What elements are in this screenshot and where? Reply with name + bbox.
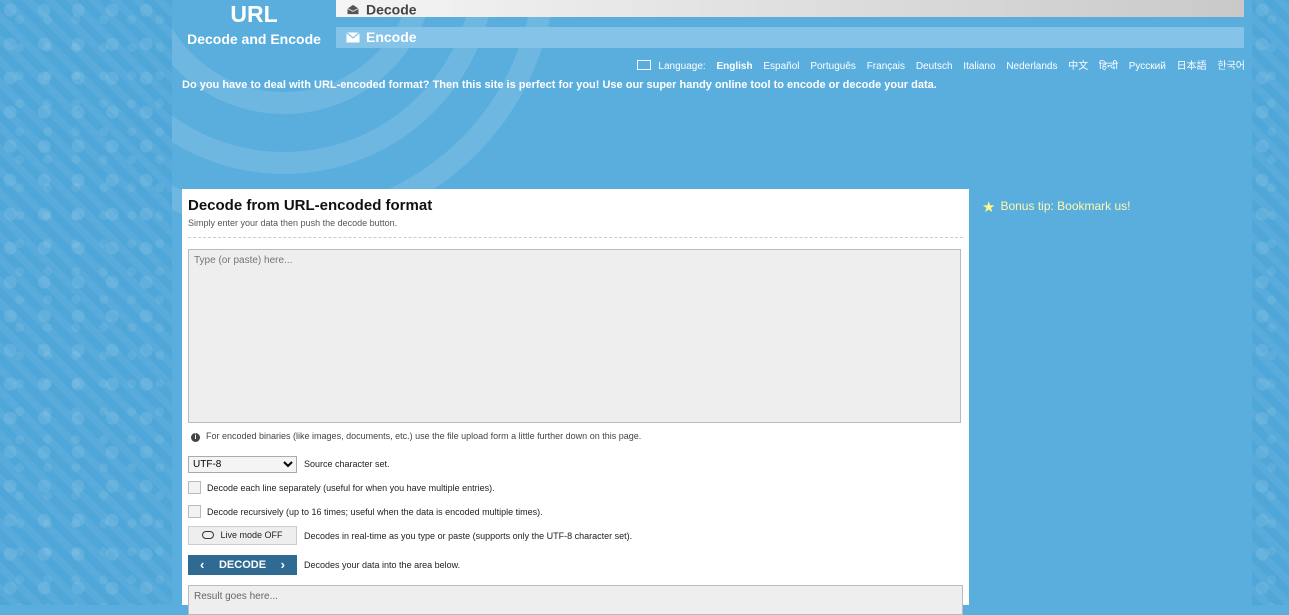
chevron-right-icon: › [280,557,285,572]
toggle-icon [202,530,215,539]
language-nederlands[interactable]: Nederlands [1006,61,1057,72]
site-logo[interactable]: URL Decode and Encode [172,0,336,49]
tab-decode[interactable]: Decode [336,0,1244,17]
panel-title: Decode from URL-encoded format [188,197,433,214]
decode-button-label: DECODE [218,559,267,571]
bonus-tip[interactable]: ★ Bonus tip: Bookmark us! [982,198,1131,216]
info-text: For encoded binaries (like images, docum… [206,431,642,441]
info-icon: i [191,433,200,442]
divider [188,237,963,238]
panel-hint: Simply enter your data then push the dec… [188,218,398,228]
language-icon [636,60,651,71]
charset-label: Source character set. [304,459,390,469]
decode-lines-checkbox[interactable] [188,481,201,494]
tab-decode-label: Decode [366,1,417,18]
chevron-left-icon: ‹ [200,557,205,572]
language-japanese[interactable]: 日本語 [1177,61,1207,72]
star-icon: ★ [982,199,996,216]
tab-encode[interactable]: Encode [336,27,1244,48]
language-korean[interactable]: 한국어 [1217,61,1245,72]
left-background-pattern [0,0,172,605]
decode-lines-label[interactable]: Decode each line separately (useful for … [207,483,495,493]
language-bar: Language: English Español Português Fran… [629,57,1245,72]
result-textarea[interactable]: Result goes here... [188,585,963,615]
decode-button[interactable]: ‹ DECODE › [188,555,297,575]
language-espanol[interactable]: Español [763,61,799,72]
tab-encode-label: Encode [366,28,417,45]
intro-text: Do you have to deal with URL-encoded for… [182,79,937,91]
live-mode-button[interactable]: Live mode OFF [188,526,297,545]
language-russian[interactable]: Русский [1129,61,1166,72]
envelope-icon [346,31,360,43]
language-hindi[interactable]: हिन्दी [1099,61,1118,72]
decode-panel: Decode from URL-encoded format Simply en… [182,189,969,615]
charset-select[interactable]: UTF-8 [188,456,297,473]
info-row: i For encoded binaries (like images, docu… [191,431,641,442]
input-textarea[interactable] [188,249,961,423]
decode-recursive-checkbox[interactable] [188,505,201,518]
language-deutsch[interactable]: Deutsch [916,61,953,72]
bonus-tip-text: Bonus tip: Bookmark us! [1000,199,1131,214]
language-chinese[interactable]: 中文 [1068,61,1088,72]
live-mode-desc: Decodes in real-time as you type or past… [304,531,633,541]
language-english[interactable]: English [716,61,752,72]
decode-desc: Decodes your data into the area below. [304,560,461,570]
live-mode-label: Live mode OFF [220,530,283,540]
language-label: Language: [658,61,706,72]
envelope-open-icon [347,4,359,14]
language-francais[interactable]: Français [867,61,905,72]
logo-subtitle: Decode and Encode [187,31,321,47]
logo-title: URL [230,1,278,27]
decode-recursive-label[interactable]: Decode recursively (up to 16 times; usef… [207,507,543,517]
right-background-pattern [1252,0,1289,605]
language-portugues[interactable]: Português [810,61,856,72]
language-italiano[interactable]: Italiano [963,61,995,72]
